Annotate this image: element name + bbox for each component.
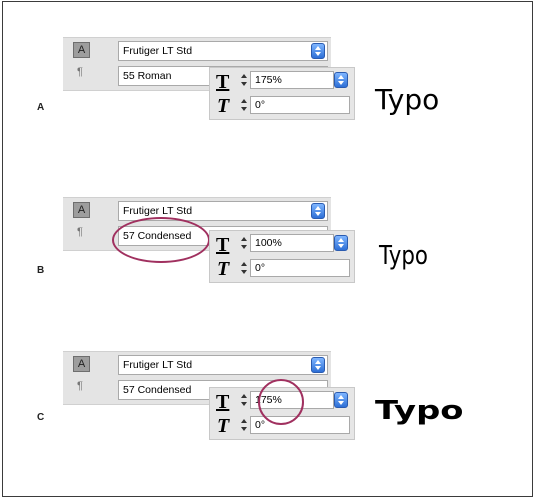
skew-field[interactable]: 0° <box>250 96 350 114</box>
font-family-dropdown-arrow-icon[interactable] <box>311 43 325 59</box>
highlight-circle <box>258 379 304 425</box>
font-style-value: 57 Condensed <box>123 384 192 396</box>
character-mode-icon[interactable]: A <box>73 42 90 58</box>
font-family-value: Frutiger LT Std <box>123 205 193 217</box>
horizontal-scale-dropdown-arrow-icon[interactable] <box>334 392 348 408</box>
skew-icon: T <box>217 258 230 280</box>
skew-value: 0° <box>255 419 266 431</box>
paragraph-mode-icon[interactable]: ¶ <box>77 66 83 78</box>
skew-value: 0° <box>255 99 266 111</box>
skew-icon: T <box>217 415 230 437</box>
horizontal-scale-icon: T <box>216 391 230 413</box>
horizontal-scale-icon: T <box>216 71 230 93</box>
sample-text: Typo <box>379 241 428 271</box>
panel-label: A <box>37 102 45 113</box>
panel-label: B <box>37 265 45 276</box>
horizontal-scale-stepper-icon[interactable] <box>240 236 248 250</box>
horizontal-scale-stepper-icon[interactable] <box>240 393 248 407</box>
panel-label: C <box>37 412 45 423</box>
panel-a: A A ¶ Frutiger LT Std 55 Roman T 175% T … <box>3 37 537 187</box>
character-mode-icon[interactable]: A <box>73 202 90 218</box>
horizontal-scale-dropdown-arrow-icon[interactable] <box>334 72 348 88</box>
skew-stepper-icon[interactable] <box>240 98 248 112</box>
paragraph-mode-icon[interactable]: ¶ <box>77 380 83 392</box>
font-family-dropdown[interactable]: Frutiger LT Std <box>118 355 328 375</box>
horizontal-scale-icon: T <box>216 234 230 256</box>
highlight-circle <box>112 217 210 263</box>
figure-frame: A A ¶ Frutiger LT Std 55 Roman T 175% T … <box>2 1 533 497</box>
skew-icon: T <box>217 95 230 117</box>
paragraph-mode-icon[interactable]: ¶ <box>77 226 83 238</box>
font-family-dropdown-arrow-icon[interactable] <box>311 203 325 219</box>
font-style-value: 55 Roman <box>123 70 172 82</box>
sample-text: Typo <box>375 83 440 116</box>
font-family-dropdown[interactable]: Frutiger LT Std <box>118 41 328 61</box>
horizontal-scale-field[interactable]: 175% <box>250 71 334 89</box>
horizontal-scale-dropdown-arrow-icon[interactable] <box>334 235 348 251</box>
horizontal-scale-value: 100% <box>255 237 282 249</box>
horizontal-scale-value: 175% <box>255 74 282 86</box>
scale-skew-panel: T 100% T 0° <box>209 230 355 283</box>
sample-text: Typo <box>375 396 464 426</box>
font-family-dropdown-arrow-icon[interactable] <box>311 357 325 373</box>
skew-stepper-icon[interactable] <box>240 418 248 432</box>
panel-c: C A ¶ Frutiger LT Std 57 Condensed T 175… <box>3 351 537 501</box>
font-family-value: Frutiger LT Std <box>123 45 193 57</box>
horizontal-scale-field[interactable]: 100% <box>250 234 334 252</box>
font-family-value: Frutiger LT Std <box>123 359 193 371</box>
scale-skew-panel: T 175% T 0° <box>209 67 355 120</box>
horizontal-scale-stepper-icon[interactable] <box>240 73 248 87</box>
panel-b: B A ¶ Frutiger LT Std 57 Condensed T 100… <box>3 197 537 347</box>
skew-stepper-icon[interactable] <box>240 261 248 275</box>
skew-value: 0° <box>255 262 266 274</box>
character-mode-icon[interactable]: A <box>73 356 90 372</box>
skew-field[interactable]: 0° <box>250 259 350 277</box>
